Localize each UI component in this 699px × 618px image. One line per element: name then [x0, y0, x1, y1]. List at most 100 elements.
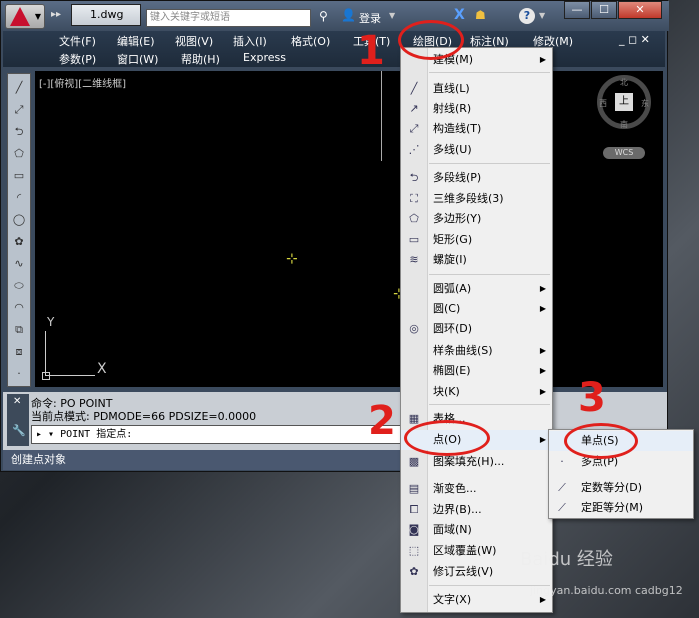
point-tool-icon[interactable]: · [11, 366, 27, 382]
ellipse-tool-icon[interactable]: ⬭ [11, 278, 27, 294]
make-block-tool-icon[interactable]: ⧈ [11, 344, 27, 360]
hatch-icon: ▩ [408, 455, 420, 468]
menu-item-polygon[interactable]: ⬠ 多边形(Y) [401, 209, 552, 229]
menu-view[interactable]: 视图(V) [175, 33, 213, 49]
menu-item-circle[interactable]: 圆(C) ▶ [401, 299, 552, 319]
ucs-x-axis [45, 375, 95, 376]
menu-item-3dpoly[interactable]: ⛶ 三维多段线(3) [401, 189, 552, 209]
menu-item-label: 多段线(P) [433, 171, 482, 184]
divide-icon: ⟋ [558, 481, 566, 494]
helix-icon: ≋ [409, 253, 419, 266]
measure-icon: ⟋ [558, 501, 566, 514]
watermark-url: jingyan.baidu.com cadbg12 [530, 584, 683, 597]
help-icon[interactable]: ? [519, 8, 535, 24]
wcs-menu[interactable]: WCS [603, 147, 645, 159]
exchange-x-icon[interactable]: X [454, 7, 465, 23]
construction-line-tool-icon[interactable]: ⤢ [11, 102, 27, 118]
viewcube-east[interactable]: 东 [641, 98, 649, 109]
menu-file[interactable]: 文件(F) [59, 33, 96, 49]
insert-block-tool-icon[interactable]: ⧉ [11, 322, 27, 338]
command-input[interactable]: ▸ ▾ POINT 指定点: [31, 425, 411, 444]
menu-item-label: 渐变色... [433, 482, 477, 495]
menu-item-ray[interactable]: ↗ 射线(R) [401, 99, 552, 119]
annotation-circle [404, 420, 490, 456]
menu-item-label: 直线(L) [433, 82, 470, 95]
menu-item-polyline[interactable]: ⮌ 多段线(P) [401, 168, 552, 188]
binoculars-icon[interactable]: ⚲ [319, 9, 328, 23]
ellipse-arc-tool-icon[interactable]: ◠ [11, 300, 27, 316]
menu-window[interactable]: 窗口(W) [117, 51, 158, 67]
menu-edit[interactable]: 编辑(E) [117, 33, 155, 49]
annotation-step-2: 2 [368, 398, 396, 444]
submenu-arrow-icon: ▶ [539, 55, 546, 64]
minimize-button[interactable]: — [564, 1, 590, 19]
command-window-handle[interactable]: ✕ 🔧 [7, 394, 29, 446]
menu-item-label: 圆弧(A) [433, 282, 472, 295]
menu-item-line[interactable]: ╱ 直线(L) [401, 79, 552, 99]
submenu-arrow-icon: ▶ [539, 387, 546, 396]
viewcube-top-face[interactable]: 上 [615, 93, 633, 111]
menu-parametric[interactable]: 参数(P) [59, 51, 96, 67]
chevron-down-icon[interactable]: ▼ [389, 11, 395, 20]
annotation-circle [564, 423, 638, 459]
revcloud-tool-icon[interactable]: ✿ [11, 234, 27, 250]
menu-item-gradient[interactable]: ▤ 渐变色... [401, 479, 552, 499]
close-button[interactable]: ✕ [618, 1, 662, 19]
polygon-tool-icon[interactable]: ⬠ [11, 146, 27, 162]
document-tab[interactable]: 1.dwg [71, 4, 141, 26]
menu-item-hatch[interactable]: ▩ 图案填充(H)... [401, 452, 552, 472]
polyline-tool-icon[interactable]: ⮌ [11, 124, 27, 140]
menu-item-block[interactable]: 块(K) ▶ [401, 382, 552, 402]
menu-item-xline[interactable]: ⤢ 构造线(T) [401, 119, 552, 139]
submenu-arrow-icon: ▶ [539, 304, 546, 313]
menu-item-label: 矩形(G) [433, 233, 473, 246]
drawing-canvas[interactable] [35, 71, 663, 387]
rectangle-tool-icon[interactable]: ▭ [11, 168, 27, 184]
menu-item-spline[interactable]: 样条曲线(S) ▶ [401, 341, 552, 361]
menu-insert[interactable]: 插入(I) [233, 33, 267, 49]
menu-item-divide[interactable]: ⟋ 定数等分(D) [549, 478, 693, 498]
application-menu-button[interactable]: ▼ [5, 4, 45, 29]
chevron-down-icon: ▼ [34, 12, 41, 21]
line-tool-icon[interactable]: ╱ [11, 80, 27, 96]
viewport-label[interactable]: [-][俯视][二维线框] [39, 75, 126, 90]
autocad-logo-icon [10, 7, 30, 26]
chevron-down-icon[interactable]: ▼ [539, 11, 545, 20]
menu-item-arc[interactable]: 圆弧(A) ▶ [401, 279, 552, 299]
drawn-line [381, 71, 382, 161]
menu-item-ellipse[interactable]: 椭圆(E) ▶ [401, 361, 552, 381]
quick-access-expand-icon[interactable]: ▸▸ [51, 9, 65, 23]
user-icon[interactable]: 👤 [341, 8, 356, 22]
menu-item-helix[interactable]: ≋ 螺旋(I) [401, 250, 552, 270]
status-text: 创建点对象 [11, 453, 66, 466]
menu-item-donut[interactable]: ◎ 圆环(D) [401, 319, 552, 339]
close-icon[interactable]: ✕ [13, 396, 21, 407]
connect-icon[interactable]: ☗ [475, 8, 486, 22]
viewcube-south[interactable]: 南 [620, 119, 628, 130]
menu-item-rectangle[interactable]: ▭ 矩形(G) [401, 230, 552, 250]
menu-item-multiline[interactable]: ⋰ 多线(U) [401, 140, 552, 160]
menu-format[interactable]: 格式(O) [291, 33, 330, 49]
menu-separator [429, 163, 550, 164]
arc-tool-icon[interactable]: ◜ [11, 190, 27, 206]
maximize-button[interactable]: ☐ [591, 1, 617, 19]
menu-item-label: 面域(N) [433, 523, 472, 536]
login-label[interactable]: 登录 [359, 10, 381, 26]
menu-express[interactable]: Express [243, 51, 286, 64]
ucs-y-label: Y [47, 315, 55, 329]
wrench-icon[interactable]: 🔧 [12, 424, 26, 437]
menu-item-label: 样条曲线(S) [433, 344, 493, 357]
viewcube-north[interactable]: 北 [620, 77, 628, 88]
menu-item-label: 修订云线(V) [433, 565, 494, 578]
circle-tool-icon[interactable]: ◯ [11, 212, 27, 228]
boundary-icon: ⧠ [409, 503, 419, 516]
doc-window-controls[interactable]: _ ◻ ✕ [619, 33, 650, 46]
search-input[interactable]: 键入关键字或短语 [146, 9, 311, 27]
spline-tool-icon[interactable]: ∿ [11, 256, 27, 272]
viewcube-west[interactable]: 西 [599, 98, 607, 109]
menu-item-measure[interactable]: ⟋ 定距等分(M) [549, 498, 693, 518]
menu-item-boundary[interactable]: ⧠ 边界(B)... [401, 500, 552, 520]
menu-item-region[interactable]: ◙ 面域(N) [401, 520, 552, 540]
submenu-arrow-icon: ▶ [539, 435, 546, 444]
menu-help[interactable]: 帮助(H) [181, 51, 220, 67]
